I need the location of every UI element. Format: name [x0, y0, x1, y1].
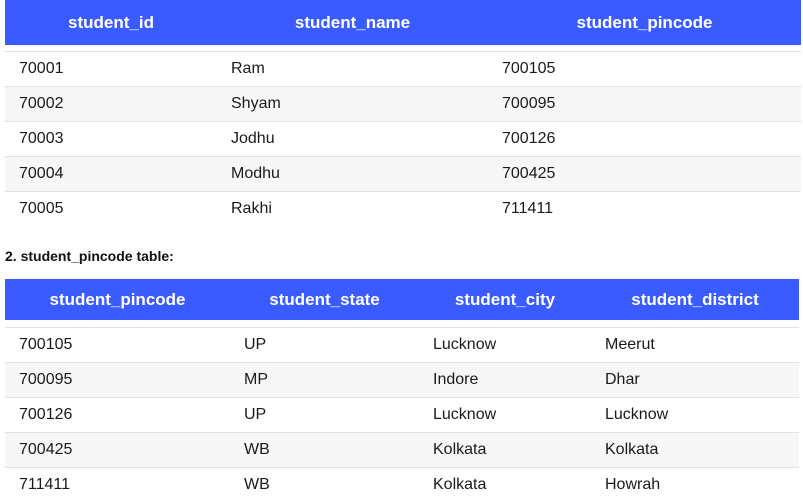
cell-student-city: Kolkata — [419, 432, 591, 468]
cell-student-name: Modhu — [217, 156, 488, 192]
table-row: 70003 Jodhu 700126 — [5, 121, 801, 157]
cell-student-pincode: 700095 — [5, 362, 230, 398]
table-row: 700105 UP Lucknow Meerut — [5, 327, 799, 363]
pincode-table-body: 700105 UP Lucknow Meerut 700095 MP Indor… — [5, 320, 799, 502]
cell-student-name: Jodhu — [217, 121, 488, 157]
student-pincode-table: student_pincode student_state student_ci… — [5, 279, 799, 502]
cell-student-pincode: 700105 — [5, 327, 230, 363]
header-student-name: student_name — [217, 0, 488, 45]
spacer-cell — [5, 320, 799, 328]
header-student-pincode: student_pincode — [5, 279, 230, 320]
cell-student-city: Lucknow — [419, 327, 591, 363]
table-row: 70005 Rakhi 711411 — [5, 191, 801, 226]
cell-student-pincode: 711411 — [488, 191, 801, 226]
header-student-city: student_city — [419, 279, 591, 320]
table-row: 70004 Modhu 700425 — [5, 156, 801, 192]
student-table-header: student_id student_name student_pincode — [5, 0, 801, 45]
cell-student-name: Ram — [217, 51, 488, 87]
pincode-table-header: student_pincode student_state student_ci… — [5, 279, 799, 320]
cell-student-pincode: 700425 — [5, 432, 230, 468]
cell-student-pincode: 700105 — [488, 51, 801, 87]
table-row: 70001 Ram 700105 — [5, 51, 801, 87]
cell-student-state: UP — [230, 327, 419, 363]
header-row: student_id student_name student_pincode — [5, 0, 801, 45]
cell-student-district: Lucknow — [591, 397, 799, 433]
table-row: 70002 Shyam 700095 — [5, 86, 801, 122]
cell-student-name: Rakhi — [217, 191, 488, 226]
cell-student-pincode: 700095 — [488, 86, 801, 122]
cell-student-district: Meerut — [591, 327, 799, 363]
cell-student-district: Howrah — [591, 467, 799, 502]
cell-student-name: Shyam — [217, 86, 488, 122]
cell-student-pincode: 700425 — [488, 156, 801, 192]
header-row: student_pincode student_state student_ci… — [5, 279, 799, 320]
header-student-pincode: student_pincode — [488, 0, 801, 45]
table-row: 711411 WB Kolkata Howrah — [5, 467, 799, 502]
student-table-body: 70001 Ram 700105 70002 Shyam 700095 7000… — [5, 45, 801, 226]
cell-student-city: Lucknow — [419, 397, 591, 433]
cell-student-city: Kolkata — [419, 467, 591, 502]
header-spacer — [5, 320, 799, 328]
cell-student-id: 70003 — [5, 121, 217, 157]
section-title: 2. student_pincode table: — [5, 248, 174, 264]
cell-student-district: Kolkata — [591, 432, 799, 468]
cell-student-id: 70002 — [5, 86, 217, 122]
header-student-state: student_state — [230, 279, 419, 320]
cell-student-state: UP — [230, 397, 419, 433]
cell-student-id: 70005 — [5, 191, 217, 226]
cell-student-city: Indore — [419, 362, 591, 398]
cell-student-pincode: 700126 — [5, 397, 230, 433]
cell-student-pincode: 711411 — [5, 467, 230, 502]
header-student-id: student_id — [5, 0, 217, 45]
student-table: student_id student_name student_pincode … — [5, 0, 801, 226]
cell-student-pincode: 700126 — [488, 121, 801, 157]
cell-student-id: 70001 — [5, 51, 217, 87]
header-student-district: student_district — [591, 279, 799, 320]
table-row: 700095 MP Indore Dhar — [5, 362, 799, 398]
table-row: 700425 WB Kolkata Kolkata — [5, 432, 799, 468]
table-row: 700126 UP Lucknow Lucknow — [5, 397, 799, 433]
document-page: student_id student_name student_pincode … — [0, 0, 803, 503]
cell-student-id: 70004 — [5, 156, 217, 192]
cell-student-state: WB — [230, 467, 419, 502]
cell-student-state: MP — [230, 362, 419, 398]
cell-student-district: Dhar — [591, 362, 799, 398]
cell-student-state: WB — [230, 432, 419, 468]
